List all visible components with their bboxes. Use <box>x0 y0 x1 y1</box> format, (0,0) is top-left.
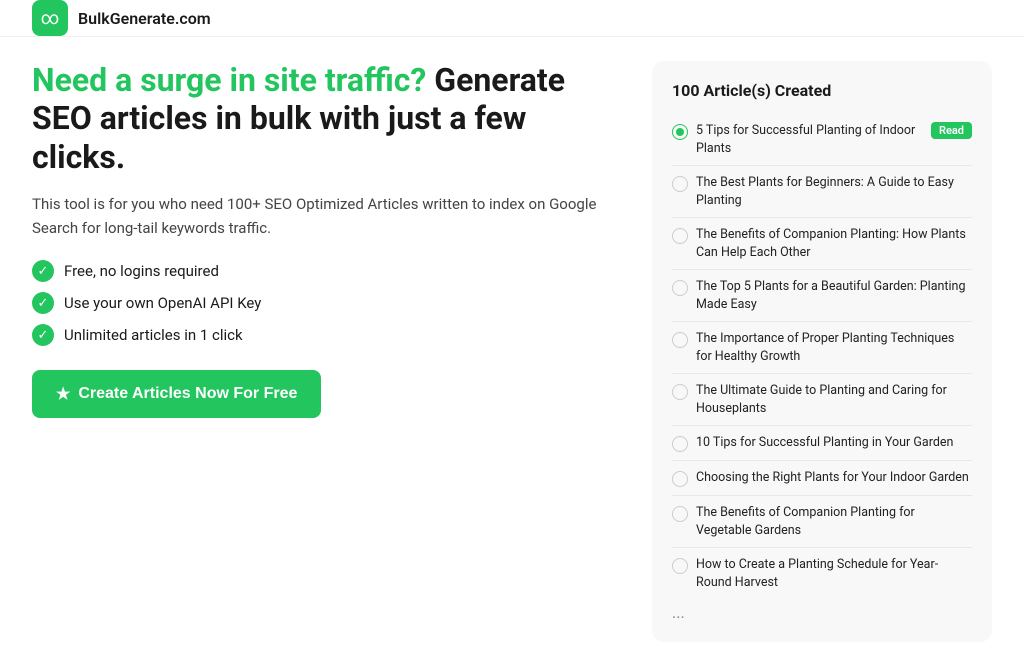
article-title: How to Create a Planting Schedule for Ye… <box>696 556 972 591</box>
article-item: The Best Plants for Beginners: A Guide t… <box>672 166 972 218</box>
article-item-content: The Top 5 Plants for a Beautiful Garden:… <box>696 278 972 313</box>
article-item: Choosing the Right Plants for Your Indoo… <box>672 461 972 496</box>
article-title: The Top 5 Plants for a Beautiful Garden:… <box>696 278 972 313</box>
article-pending-icon <box>672 558 688 574</box>
article-item: The Benefits of Companion Planting: How … <box>672 218 972 270</box>
cta-button[interactable]: ★ Create Articles Now For Free <box>32 370 321 418</box>
article-title: 5 Tips for Successful Planting of Indoor… <box>696 122 923 157</box>
article-item-content: The Benefits of Companion Planting: How … <box>696 226 972 261</box>
article-title: The Benefits of Companion Planting for V… <box>696 504 972 539</box>
article-pending-icon <box>672 332 688 348</box>
main-headline: Need a surge in site traffic? Generate S… <box>32 61 612 176</box>
articles-ellipsis: ... <box>672 599 972 622</box>
articles-count-title: 100 Article(s) Created <box>672 81 972 100</box>
check-icon: ✓ <box>32 324 54 346</box>
articles-list: 5 Tips for Successful Planting of Indoor… <box>672 114 972 599</box>
article-item: The Importance of Proper Planting Techni… <box>672 322 972 374</box>
article-item-content: The Ultimate Guide to Planting and Carin… <box>696 382 972 417</box>
article-item: 5 Tips for Successful Planting of Indoor… <box>672 114 972 166</box>
article-title: The Importance of Proper Planting Techni… <box>696 330 972 365</box>
article-pending-icon <box>672 280 688 296</box>
article-item-content: How to Create a Planting Schedule for Ye… <box>696 556 972 591</box>
star-icon: ★ <box>56 384 70 404</box>
article-item: 10 Tips for Successful Planting in Your … <box>672 426 972 461</box>
header: ∞ BulkGenerate.com <box>0 0 1024 37</box>
article-item: The Benefits of Companion Planting for V… <box>672 496 972 548</box>
features-list: ✓ Free, no logins required ✓ Use your ow… <box>32 260 612 346</box>
article-pending-icon <box>672 228 688 244</box>
article-title: 10 Tips for Successful Planting in Your … <box>696 434 953 452</box>
article-completed-icon <box>672 124 688 140</box>
article-item-content: 5 Tips for Successful Planting of Indoor… <box>696 122 972 157</box>
feature-item: ✓ Unlimited articles in 1 click <box>32 324 612 346</box>
feature-item: ✓ Free, no logins required <box>32 260 612 282</box>
cta-label: Create Articles Now For Free <box>78 385 297 403</box>
articles-panel: 100 Article(s) Created 5 Tips for Succes… <box>652 61 992 642</box>
headline-green: Need a surge in site traffic? <box>32 61 426 99</box>
article-title: The Benefits of Companion Planting: How … <box>696 226 972 261</box>
left-section: Need a surge in site traffic? Generate S… <box>32 61 612 642</box>
article-pending-icon <box>672 506 688 522</box>
article-item: The Ultimate Guide to Planting and Carin… <box>672 374 972 426</box>
logo-text: BulkGenerate.com <box>78 9 211 28</box>
article-item-content: Choosing the Right Plants for Your Indoo… <box>696 469 972 487</box>
article-pending-icon <box>672 384 688 400</box>
check-icon: ✓ <box>32 260 54 282</box>
article-title: The Best Plants for Beginners: A Guide t… <box>696 174 972 209</box>
article-item: How to Create a Planting Schedule for Ye… <box>672 548 972 599</box>
logo-icon: ∞ <box>32 0 68 36</box>
article-pending-icon <box>672 436 688 452</box>
article-title: Choosing the Right Plants for Your Indoo… <box>696 469 969 487</box>
logo-container: ∞ BulkGenerate.com <box>32 0 211 36</box>
article-item: The Top 5 Plants for a Beautiful Garden:… <box>672 270 972 322</box>
article-item-content: The Importance of Proper Planting Techni… <box>696 330 972 365</box>
article-pending-icon <box>672 176 688 192</box>
feature-item: ✓ Use your own OpenAI API Key <box>32 292 612 314</box>
feature-label: Free, no logins required <box>64 262 219 280</box>
article-item-content: The Benefits of Companion Planting for V… <box>696 504 972 539</box>
feature-label: Unlimited articles in 1 click <box>64 326 243 344</box>
description-text: This tool is for you who need 100+ SEO O… <box>32 192 612 240</box>
article-item-content: 10 Tips for Successful Planting in Your … <box>696 434 972 452</box>
article-title: The Ultimate Guide to Planting and Carin… <box>696 382 972 417</box>
check-icon: ✓ <box>32 292 54 314</box>
article-item-content: The Best Plants for Beginners: A Guide t… <box>696 174 972 209</box>
main-content: Need a surge in site traffic? Generate S… <box>0 37 1024 666</box>
article-pending-icon <box>672 471 688 487</box>
read-badge[interactable]: Read <box>931 122 972 139</box>
feature-label: Use your own OpenAI API Key <box>64 294 261 312</box>
